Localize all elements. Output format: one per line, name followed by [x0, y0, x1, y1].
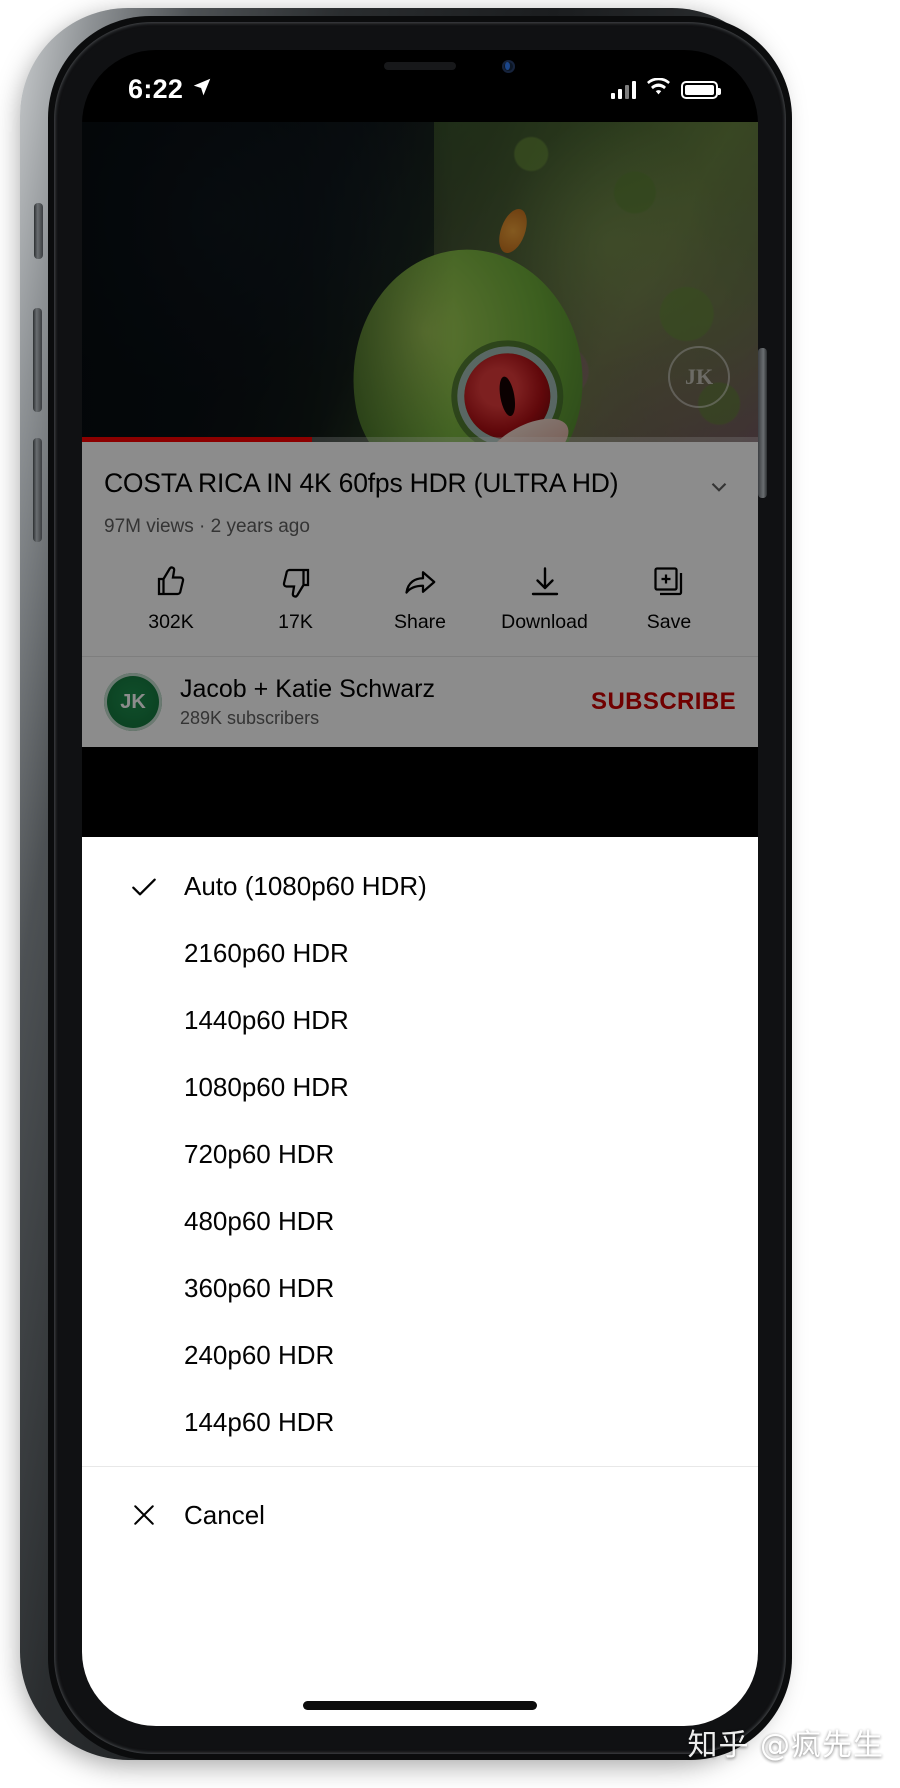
quality-option-5[interactable]: 480p60 HDR [82, 1188, 758, 1255]
quality-option-label: 720p60 HDR [184, 1139, 335, 1169]
quality-selection-sheet: Auto (1080p60 HDR) 2160p60 HDR 1440p60 HDR… [82, 837, 758, 1726]
home-indicator[interactable] [303, 1701, 537, 1710]
quality-option-label: Auto (1080p60 HDR) [184, 871, 427, 901]
screenshot-stage: 6:22 JK COSTA RICA IN 4K 60fps HDR (ULTR… [0, 0, 900, 1788]
quality-option-8[interactable]: 144p60 HDR [82, 1389, 758, 1456]
quality-option-label: 480p60 HDR [184, 1206, 335, 1236]
quality-option-4[interactable]: 720p60 HDR [82, 1121, 758, 1188]
volume-down-button[interactable] [33, 438, 42, 542]
front-camera-icon [502, 60, 515, 73]
power-button[interactable] [758, 348, 767, 498]
phone-screen: 6:22 JK COSTA RICA IN 4K 60fps HDR (ULTR… [82, 50, 758, 1726]
quality-option-7[interactable]: 240p60 HDR [82, 1322, 758, 1389]
volume-up-button[interactable] [33, 308, 42, 412]
quality-option-label: 360p60 HDR [184, 1273, 335, 1303]
mute-switch-button[interactable] [34, 203, 43, 259]
checkmark-icon [104, 871, 184, 903]
notch [295, 50, 545, 84]
quality-option-0[interactable]: Auto (1080p60 HDR) [82, 853, 758, 920]
quality-option-label: 144p60 HDR [184, 1407, 335, 1437]
quality-option-label: 240p60 HDR [184, 1340, 335, 1370]
source-watermark: 知乎 @疯先生 [687, 1728, 884, 1763]
phone-frame: 6:22 JK COSTA RICA IN 4K 60fps HDR (ULTR… [20, 8, 792, 1760]
status-bar-right [610, 77, 721, 102]
quality-option-1[interactable]: 2160p60 HDR [82, 920, 758, 987]
close-x-icon [104, 1500, 184, 1530]
quality-options-list: Auto (1080p60 HDR) 2160p60 HDR 1440p60 HDR… [82, 837, 758, 1456]
wifi-icon [646, 77, 671, 102]
battery-icon [681, 81, 721, 99]
status-bar-left: 6:22 [128, 74, 213, 105]
quality-option-6[interactable]: 360p60 HDR [82, 1255, 758, 1322]
cancel-button[interactable]: Cancel [82, 1467, 758, 1563]
quality-option-label: 1440p60 HDR [184, 1005, 349, 1035]
status-bar-clock: 6:22 [128, 74, 184, 104]
earpiece-speaker-icon [384, 62, 456, 70]
modal-scrim[interactable] [82, 122, 758, 912]
cellular-bars-icon [610, 81, 636, 99]
quality-option-label: 1080p60 HDR [184, 1072, 349, 1102]
quality-option-2[interactable]: 1440p60 HDR [82, 987, 758, 1054]
location-arrow-icon [191, 76, 213, 103]
quality-option-3[interactable]: 1080p60 HDR [82, 1054, 758, 1121]
cancel-label: Cancel [184, 1499, 265, 1530]
quality-option-label: 2160p60 HDR [184, 938, 349, 968]
